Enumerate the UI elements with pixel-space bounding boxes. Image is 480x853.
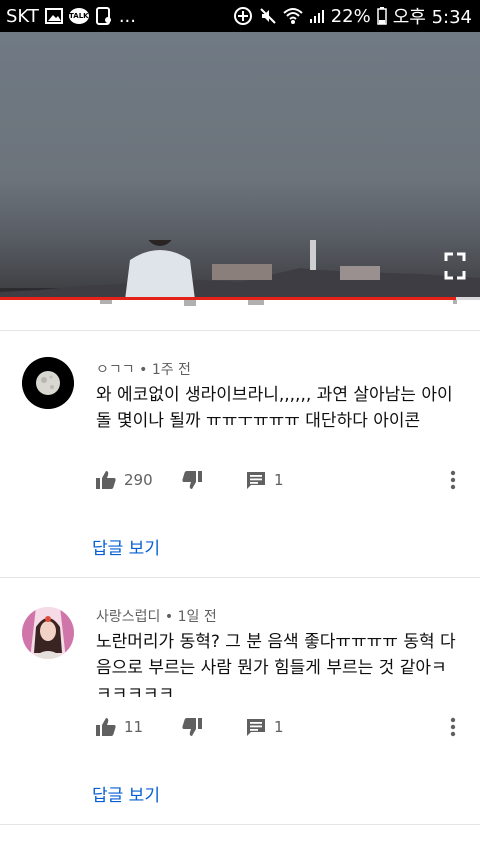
profile-avatar-image	[22, 607, 74, 659]
fullscreen-button[interactable]	[444, 252, 466, 280]
reply-count: 1	[274, 471, 284, 489]
dislike-button[interactable]	[182, 471, 202, 489]
mute-icon	[259, 7, 277, 25]
kakaotalk-icon: TALK	[68, 8, 89, 24]
carrier-label: SKT	[6, 5, 39, 27]
gallery-icon	[44, 8, 63, 24]
comment-icon	[247, 472, 265, 489]
comment-author[interactable]: ㅇㄱㄱ	[96, 362, 135, 378]
signal-icon	[309, 8, 325, 24]
more-notifications-ellipsis: ...	[118, 5, 136, 27]
video-player[interactable]	[0, 32, 480, 300]
reply-button[interactable]: 1	[246, 470, 284, 490]
status-right: 22% 오후 5:34	[233, 3, 480, 29]
comment-time: 1일 전	[177, 609, 217, 625]
dislike-button[interactable]	[182, 718, 202, 736]
status-left: SKT TALK ...	[0, 6, 136, 27]
like-button[interactable]: 11	[96, 718, 143, 736]
like-button[interactable]: 290	[96, 471, 153, 489]
more-vert-icon	[450, 717, 456, 737]
divider	[0, 824, 480, 825]
video-frame-scene	[0, 240, 480, 300]
divider	[0, 577, 480, 578]
thumbs-down-icon	[182, 471, 202, 489]
thumbs-up-icon	[96, 718, 116, 736]
comment-meta: ㅇㄱㄱ • 1주 전	[96, 359, 191, 379]
thumbs-up-icon	[96, 471, 116, 489]
battery-icon	[376, 7, 387, 25]
data-saver-icon	[233, 6, 253, 26]
avatar[interactable]	[22, 357, 74, 409]
comment-author[interactable]: 사랑스럽디	[96, 609, 160, 625]
comment-actions: 290 1	[96, 465, 466, 495]
comment-text: 와 에코없이 생라이브라니,,,,,, 과연 살아남는 아이돌 몇이나 될까 ㅠ…	[96, 385, 453, 431]
like-count: 290	[124, 471, 153, 489]
avatar[interactable]	[22, 607, 74, 659]
comment-more-button[interactable]	[450, 470, 456, 490]
reply-button[interactable]: 1	[246, 717, 284, 737]
reply-count: 1	[274, 718, 284, 736]
battery-percent: 22%	[330, 5, 371, 27]
comment-text: 노란머리가 동혁? 그 분 음색 좋다ㅠㅠㅠㅠ 동혁 다음으로 부르는 사람 뭔…	[96, 632, 456, 704]
view-replies-link[interactable]: 답글 보기	[92, 534, 160, 559]
screenshot-notification-icon	[95, 7, 113, 25]
thumbs-down-icon	[182, 718, 202, 736]
more-vert-icon	[450, 470, 456, 490]
wifi-icon	[283, 7, 303, 25]
status-bar: SKT TALK ... 22% 오후 5:34	[0, 0, 480, 32]
meta-separator: •	[164, 609, 174, 625]
like-count: 11	[124, 718, 144, 736]
comment-icon	[247, 719, 265, 736]
fullscreen-icon	[444, 252, 466, 280]
divider	[0, 330, 480, 331]
comment-time: 1주 전	[151, 362, 191, 378]
meta-separator: •	[139, 362, 148, 378]
moon-avatar-image	[22, 357, 74, 409]
comment-actions: 11 1	[96, 712, 466, 742]
video-actions-partial	[100, 300, 457, 306]
clock: 오후 5:34	[392, 7, 472, 28]
view-replies-link[interactable]: 답글 보기	[92, 781, 160, 806]
comment-meta: 사랑스럽디 • 1일 전	[96, 606, 217, 626]
comment-more-button[interactable]	[450, 717, 456, 737]
